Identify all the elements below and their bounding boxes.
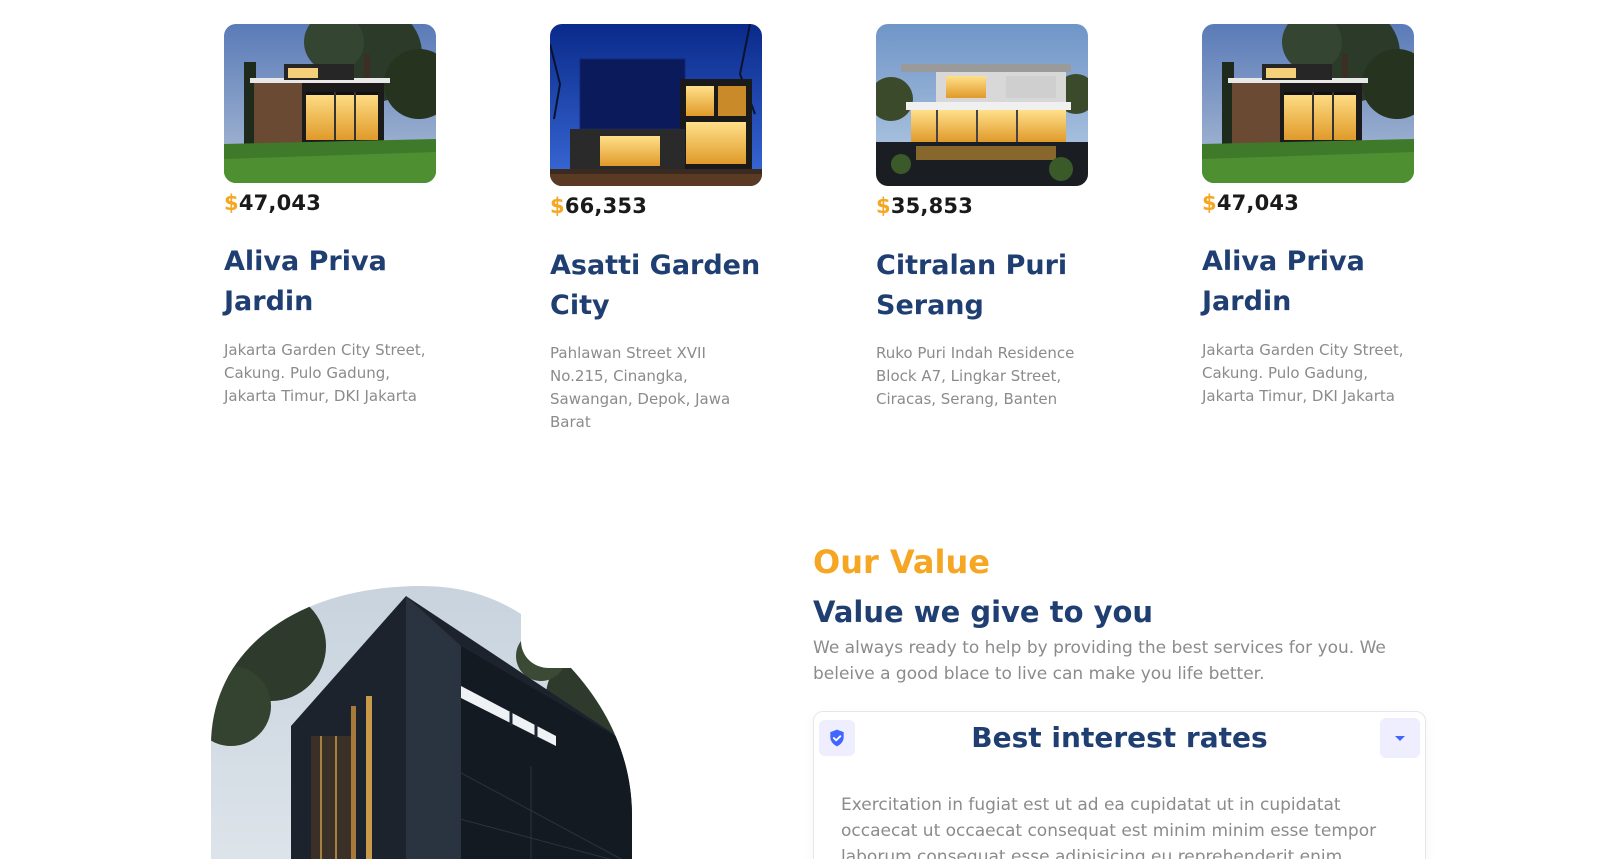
price: $66,353 — [550, 194, 647, 218]
residency-image — [1202, 24, 1414, 183]
residency-name: Aliva Priva Jardin — [1202, 246, 1365, 317]
caret-down-icon — [1395, 736, 1405, 741]
currency-symbol: $ — [1202, 191, 1217, 215]
accordion-toggle-button[interactable] — [1380, 718, 1420, 758]
residency-image — [876, 24, 1088, 186]
price-value: 66,353 — [564, 194, 648, 218]
section-title: Value we give to you — [813, 595, 1154, 629]
residency-name: Asatti Garden City — [550, 250, 761, 321]
residency-name: Aliva Priva Jardin — [224, 246, 387, 317]
residency-image — [550, 24, 762, 186]
section-label: Our Value — [813, 543, 990, 581]
residency-address: Jakarta Garden City Street, Cakung. Pulo… — [224, 341, 426, 405]
accordion-title[interactable]: Best interest rates — [864, 721, 1375, 754]
accordion-item[interactable]: Best interest rates Exercitation in fugi… — [813, 711, 1426, 859]
residency-address: Pahlawan Street XVII No.215, Cinangka, S… — [550, 344, 731, 431]
price: $47,043 — [224, 191, 321, 215]
price: $35,853 — [876, 194, 973, 218]
residency-name: Citralan Puri Serang — [876, 250, 1068, 321]
residency-image — [224, 24, 436, 183]
currency-symbol: $ — [550, 194, 565, 218]
residency-address: Jakarta Garden City Street, Cakung. Pulo… — [1202, 341, 1404, 405]
shield-check-icon — [819, 720, 855, 756]
price-value: 47,043 — [238, 191, 322, 215]
value-section-image — [211, 586, 632, 859]
section-description: We always ready to help by providing the… — [813, 638, 1386, 684]
price-value: 35,853 — [890, 194, 974, 218]
accordion-body: Exercitation in fugiat est ut ad ea cupi… — [841, 795, 1377, 859]
price-value: 47,043 — [1216, 191, 1300, 215]
price: $47,043 — [1202, 191, 1299, 215]
residency-address: Ruko Puri Indah Residence Block A7, Ling… — [876, 344, 1075, 408]
currency-symbol: $ — [876, 194, 891, 218]
currency-symbol: $ — [224, 191, 239, 215]
